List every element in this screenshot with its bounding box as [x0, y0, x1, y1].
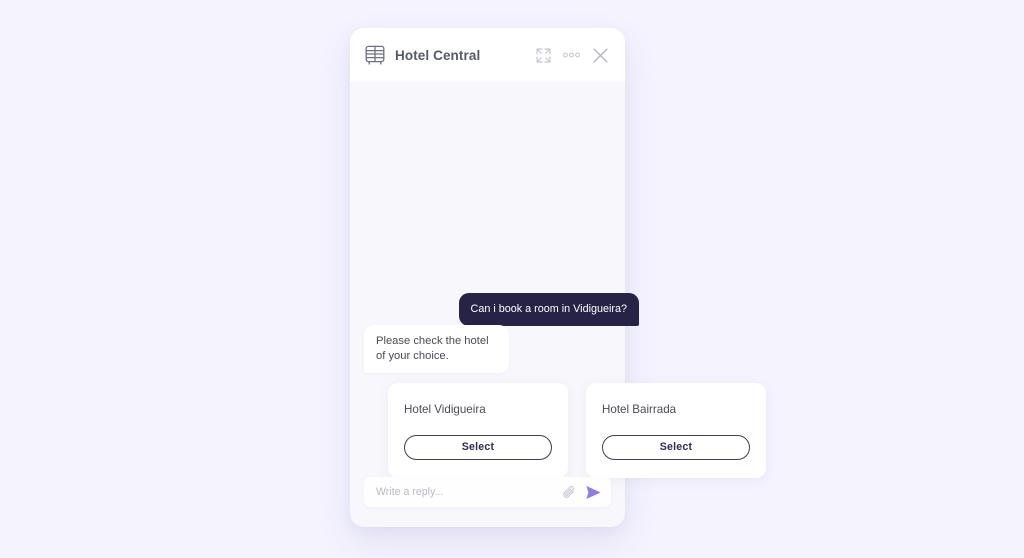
select-hotel-button[interactable]: Select [602, 435, 750, 460]
expand-icon[interactable] [536, 48, 551, 63]
chat-widget-panel: Hotel Central Can i book a room in Vidig… [350, 28, 766, 527]
hotel-name: Hotel Bairrada [602, 403, 677, 416]
bot-message-bubble: Please check the hotel of your choice. [364, 325, 509, 374]
hotel-option-card[interactable]: Hotel Bairrada Select [586, 383, 766, 478]
message-row-user: Can i book a room in Vidigueira? [364, 293, 639, 326]
page-title: Hotel Central [395, 47, 481, 63]
send-arrow-icon[interactable] [585, 485, 602, 500]
composer-actions [562, 485, 602, 500]
hotel-option-card[interactable]: Hotel Vidigueira Select [388, 383, 568, 478]
hotel-name: Hotel Vidigueira [404, 403, 486, 416]
select-hotel-button[interactable]: Select [404, 435, 552, 460]
more-options-icon[interactable] [563, 52, 580, 58]
message-list: Can i book a room in Vidigueira? Please … [350, 82, 766, 478]
reply-input[interactable] [376, 477, 562, 507]
hotel-options-carousel[interactable]: Hotel Vidigueira Select Hotel Bairrada S… [388, 383, 766, 478]
header-actions [536, 47, 609, 64]
brand: Hotel Central [364, 42, 536, 68]
hotel-beds-icon [364, 42, 386, 68]
chat-header: Hotel Central [350, 28, 625, 82]
message-composer [364, 477, 611, 507]
user-message-bubble: Can i book a room in Vidigueira? [458, 293, 639, 326]
paperclip-icon[interactable] [562, 485, 576, 499]
close-icon[interactable] [592, 47, 609, 64]
message-row-bot: Please check the hotel of your choice. [364, 325, 639, 374]
